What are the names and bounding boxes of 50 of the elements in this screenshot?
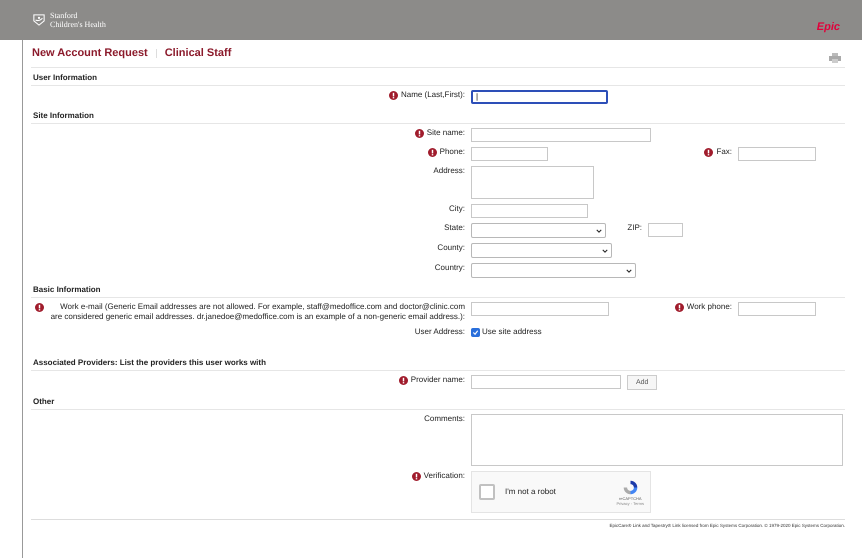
captcha-label: I'm not a robot bbox=[505, 486, 557, 498]
dropdown[interactable] bbox=[471, 243, 612, 258]
field-label: County: bbox=[437, 243, 465, 253]
recaptcha-logo-icon bbox=[622, 478, 639, 496]
captcha-checkbox[interactable] bbox=[479, 484, 495, 500]
field-label: User Address: bbox=[414, 327, 465, 337]
text-field[interactable] bbox=[471, 204, 588, 218]
text-field[interactable] bbox=[471, 147, 548, 161]
text-field[interactable] bbox=[738, 147, 816, 161]
field-label: Work phone: bbox=[686, 302, 732, 312]
field-label: Fax: bbox=[716, 147, 732, 157]
chevron-down-icon bbox=[596, 228, 602, 232]
field-label: ZIP: bbox=[627, 223, 642, 233]
field-label: Name (Last,First): bbox=[400, 90, 465, 100]
field-label: State: bbox=[444, 223, 465, 233]
field-label: Phone: bbox=[440, 147, 465, 157]
field-label: Site name: bbox=[426, 128, 465, 138]
brand-subtitle: Children's Health bbox=[50, 20, 106, 28]
section-heading: User Information bbox=[31, 68, 845, 86]
text-field[interactable] bbox=[471, 375, 621, 389]
text-field[interactable] bbox=[471, 128, 651, 142]
text-field[interactable]: | bbox=[471, 90, 608, 104]
text-field[interactable] bbox=[471, 302, 609, 316]
page-title: New Account Request bbox=[32, 46, 148, 62]
chevron-down-icon bbox=[602, 248, 608, 252]
field-label: Country: bbox=[434, 263, 465, 273]
section-heading: Other bbox=[31, 392, 845, 410]
field-label: Verification: bbox=[424, 471, 465, 481]
checkbox[interactable] bbox=[471, 328, 480, 336]
brand-name: Stanford bbox=[50, 12, 79, 20]
checkbox-label: Use site address bbox=[482, 327, 542, 337]
field-label: Work e-mail (Generic Email addresses are not allowed. For example, staff@medoffice.com and doctor@clinic.com are considered generic email addresses. dr.janedoe@medoffice.com is an example of a non-generic email address.): bbox=[50, 302, 465, 322]
field-label: City: bbox=[449, 204, 465, 214]
text-field[interactable] bbox=[648, 223, 683, 237]
field-label: Address: bbox=[433, 166, 465, 176]
section-heading: Basic Information bbox=[31, 280, 845, 298]
text-area[interactable] bbox=[471, 414, 843, 466]
section-heading: Associated Providers: List the providers this user works with bbox=[31, 353, 845, 371]
vendor-logo: Epic bbox=[816, 20, 840, 35]
section-heading: Site Information bbox=[31, 106, 845, 124]
field-label: Comments: bbox=[424, 414, 465, 424]
dropdown[interactable] bbox=[471, 263, 636, 278]
text-field[interactable] bbox=[738, 302, 816, 316]
page-subtitle: Clinical Staff bbox=[164, 46, 232, 62]
text-area[interactable] bbox=[471, 166, 594, 199]
logo-icon bbox=[33, 14, 45, 26]
field-label: Provider name: bbox=[410, 375, 465, 385]
dropdown[interactable] bbox=[471, 223, 606, 238]
print-icon[interactable] bbox=[829, 52, 841, 62]
chevron-down-icon bbox=[626, 268, 632, 272]
